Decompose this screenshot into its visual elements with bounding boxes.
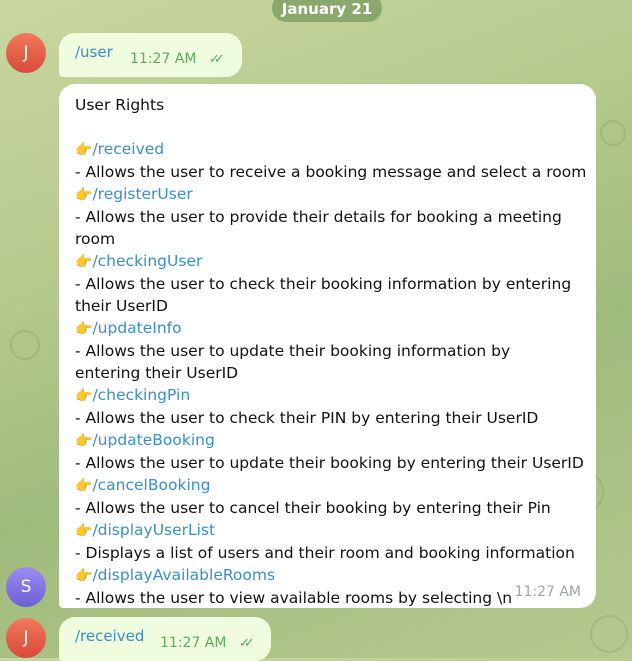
wallpaper-doodle [590, 615, 628, 653]
outgoing-message[interactable]: /user 11:27 AM ✓✓ [59, 33, 242, 77]
command-link[interactable]: /registerUser [92, 185, 192, 203]
message-time: 11:27 AM [130, 51, 197, 67]
pointing-hand-icon: 👉 [75, 187, 93, 203]
command-description: - Allows the user to cancel their bookin… [75, 499, 551, 517]
read-ticks-icon: ✓✓ [209, 52, 225, 67]
command-link[interactable]: /checkingUser [92, 252, 202, 270]
message-time: 11:27 AM [514, 584, 581, 600]
incoming-message[interactable]: User Rights 👉/received - Allows the user… [59, 84, 596, 608]
wallpaper-doodle [600, 120, 626, 146]
command-description: - Allows the user to check their PIN by … [75, 409, 539, 427]
pointing-hand-icon: 👉 [75, 321, 93, 337]
pointing-hand-icon: 👉 [75, 142, 93, 158]
command-link[interactable]: /cancelBooking [92, 476, 210, 494]
command-description: - Allows the user to check their booking… [75, 275, 572, 315]
command-line: 👉/updateBooking [75, 429, 580, 452]
command-description: - Allows the user to update their bookin… [75, 342, 511, 382]
command-line: 👉/cancelBooking [75, 474, 580, 497]
command-link[interactable]: /checkingPin [92, 386, 190, 404]
command-description: - Displays a list of users and their roo… [75, 544, 575, 562]
message-time: 11:27 AM [160, 635, 227, 651]
outgoing-message[interactable]: /received 11:27 AM ✓✓ [59, 617, 271, 661]
command-link[interactable]: /displayAvailableRooms [92, 566, 275, 584]
avatar[interactable]: J [6, 618, 46, 658]
pointing-hand-icon: 👉 [75, 433, 93, 449]
message-text: User Rights 👉/received - Allows the user… [75, 94, 587, 609]
command-line: 👉/received [75, 138, 580, 161]
command-line: 👉/registerUser [75, 183, 580, 206]
command-link[interactable]: /user [75, 43, 113, 61]
pointing-hand-icon: 👉 [75, 523, 93, 539]
wallpaper-doodle [10, 330, 40, 360]
read-ticks-icon: ✓✓ [239, 636, 255, 651]
command-link[interactable]: /updateBooking [92, 431, 214, 449]
message-title: User Rights [75, 96, 165, 114]
command-description: - Allows the user to receive a booking m… [75, 163, 587, 181]
pointing-hand-icon: 👉 [75, 478, 93, 494]
command-line: 👉/checkingUser [75, 250, 580, 273]
command-link[interactable]: /received [92, 140, 164, 158]
command-description: - Allows the user to view available room… [75, 589, 513, 607]
date-separator: January 21 [272, 0, 382, 22]
command-line: 👉/displayUserList [75, 519, 580, 542]
command-line: 👉/updateInfo [75, 317, 580, 340]
command-line: 👉/checkingPin [75, 384, 580, 407]
command-description: - Allows the user to provide their detai… [75, 208, 562, 248]
avatar[interactable]: J [6, 33, 46, 73]
pointing-hand-icon: 👉 [75, 568, 93, 584]
command-description: - Allows the user to update their bookin… [75, 454, 584, 472]
pointing-hand-icon: 👉 [75, 388, 93, 404]
avatar[interactable]: S [6, 567, 46, 607]
command-link[interactable]: /displayUserList [92, 521, 215, 539]
command-line: 👉/displayAvailableRooms [75, 564, 580, 587]
command-link[interactable]: /received [75, 627, 144, 645]
pointing-hand-icon: 👉 [75, 254, 93, 270]
command-link[interactable]: /updateInfo [92, 319, 181, 337]
